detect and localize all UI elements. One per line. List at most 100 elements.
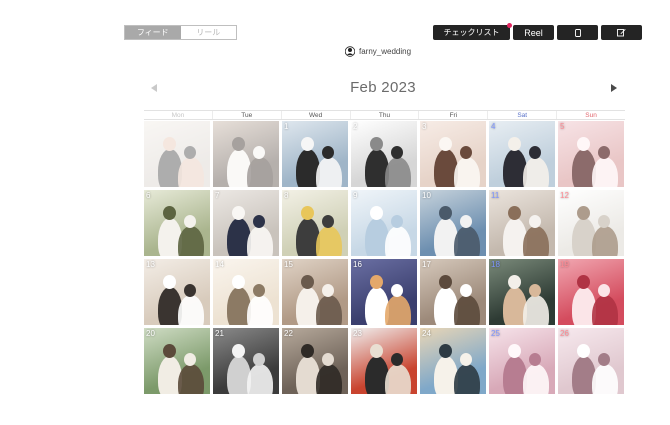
photo-figure-head: [184, 215, 196, 228]
calendar-day-cell[interactable]: 19: [558, 259, 624, 325]
username: farny_wedding: [359, 47, 412, 56]
photo-figure-head: [301, 137, 314, 151]
checklist-label: チェックリスト: [443, 28, 500, 37]
photo-figure-head: [391, 146, 403, 159]
notification-dot: [507, 23, 512, 28]
photo-figure-head: [577, 206, 590, 220]
calendar-day-cell[interactable]: 22: [282, 328, 348, 394]
day-number: 19: [560, 260, 569, 269]
photo-figure-head: [301, 275, 314, 289]
calendar-day-cell[interactable]: 1: [282, 121, 348, 187]
day-number: 25: [491, 329, 500, 338]
calendar-day-cell[interactable]: 25: [489, 328, 555, 394]
calendar-day-cell[interactable]: 3: [420, 121, 486, 187]
day-number: 12: [560, 191, 569, 200]
photo-thumbnail: [144, 121, 210, 187]
photo-figure-head: [598, 284, 610, 297]
day-number: 1: [284, 122, 289, 131]
photo-figure-head: [508, 344, 521, 358]
photo-figure-head: [508, 137, 521, 151]
calendar-day-cell[interactable]: 20: [144, 328, 210, 394]
calendar-day-cell[interactable]: 24: [420, 328, 486, 394]
photo-figure-head: [529, 215, 541, 228]
photo-figure-head: [529, 284, 541, 297]
account-label[interactable]: farny_wedding: [345, 46, 411, 57]
phone-icon: [574, 28, 581, 37]
photo-figure-head: [439, 206, 452, 220]
photo-figure-head: [322, 284, 334, 297]
day-number: 20: [146, 329, 155, 338]
photo-figure-head: [439, 275, 452, 289]
photo-figure: [158, 149, 182, 187]
weekday-thu: Thu: [351, 111, 420, 119]
photo-figure-head: [460, 284, 472, 297]
photo-figure-head: [370, 206, 383, 220]
photo-figure-head: [370, 275, 383, 289]
photo-figure-head: [529, 146, 541, 159]
weekday-header: Mon Tue Wed Thu Fri Sat Sun: [144, 110, 625, 120]
checklist-button[interactable]: チェックリスト: [433, 23, 512, 40]
photo-figure-head: [391, 215, 403, 228]
calendar-day-cell[interactable]: 12: [558, 190, 624, 256]
calendar-day-cell[interactable]: [213, 121, 279, 187]
photo-figure-head: [508, 275, 521, 289]
photo-figure-head: [577, 344, 590, 358]
calendar-day-cell[interactable]: 4: [489, 121, 555, 187]
day-number: 22: [284, 329, 293, 338]
calendar-day-cell[interactable]: 6: [144, 190, 210, 256]
calendar-day-cell[interactable]: 13: [144, 259, 210, 325]
photo-figure-head: [163, 137, 176, 151]
phone-preview-button[interactable]: [557, 25, 598, 40]
calendar-day-cell[interactable]: 26: [558, 328, 624, 394]
reel-button[interactable]: Reel: [513, 25, 554, 40]
edit-button[interactable]: [601, 25, 642, 40]
calendar-day-cell[interactable]: 16: [351, 259, 417, 325]
photo-figure-head: [232, 344, 245, 358]
day-number: 8: [284, 191, 289, 200]
weekday-tue: Tue: [213, 111, 282, 119]
photo-figure-head: [439, 344, 452, 358]
photo-figure-head: [301, 206, 314, 220]
day-number: 7: [215, 191, 220, 200]
photo-figure: [247, 157, 273, 187]
photo-figure-head: [253, 353, 265, 366]
calendar-day-cell[interactable]: 7: [213, 190, 279, 256]
calendar-day-cell[interactable]: 21: [213, 328, 279, 394]
photo-figure-head: [163, 275, 176, 289]
photo-figure-head: [460, 146, 472, 159]
photo-figure-head: [184, 284, 196, 297]
calendar-day-cell[interactable]: 8: [282, 190, 348, 256]
feed-tab[interactable]: フィード: [125, 26, 181, 39]
account-icon: [345, 46, 355, 57]
calendar-day-cell[interactable]: 18: [489, 259, 555, 325]
calendar-day-cell[interactable]: 17: [420, 259, 486, 325]
photo-figure-head: [391, 284, 403, 297]
day-number: 9: [353, 191, 358, 200]
day-number: 13: [146, 260, 155, 269]
calendar-day-cell[interactable]: 10: [420, 190, 486, 256]
photo-figure-head: [163, 206, 176, 220]
photo-figure-head: [460, 215, 472, 228]
photo-figure-head: [253, 215, 265, 228]
calendar-day-cell[interactable]: [144, 121, 210, 187]
day-number: 3: [422, 122, 427, 131]
reel-label: Reel: [524, 27, 543, 38]
photo-figure-head: [577, 137, 590, 151]
photo-figure-head: [460, 353, 472, 366]
calendar-day-cell[interactable]: 23: [351, 328, 417, 394]
calendar-day-cell[interactable]: 15: [282, 259, 348, 325]
day-number: 15: [284, 260, 293, 269]
photo-figure-head: [232, 206, 245, 220]
day-number: 18: [491, 260, 500, 269]
photo-figure: [178, 157, 204, 187]
photo-thumbnail: [213, 121, 279, 187]
next-month-arrow-icon[interactable]: [611, 84, 617, 92]
calendar-day-cell[interactable]: 14: [213, 259, 279, 325]
reel-tab[interactable]: リール: [180, 26, 236, 39]
calendar-day-cell[interactable]: 2: [351, 121, 417, 187]
day-number: 23: [353, 329, 362, 338]
calendar-day-cell[interactable]: 9: [351, 190, 417, 256]
calendar-day-cell[interactable]: 11: [489, 190, 555, 256]
calendar-day-cell[interactable]: 5: [558, 121, 624, 187]
day-number: 6: [146, 191, 151, 200]
